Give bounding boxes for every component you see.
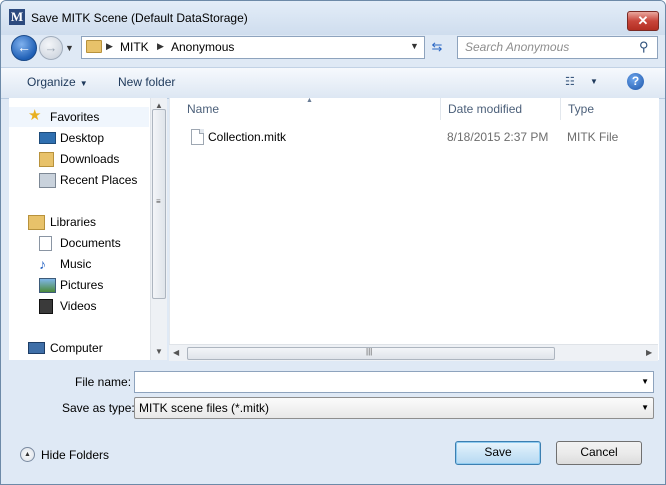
breadcrumb-separator-icon[interactable]: ▶ xyxy=(157,41,164,52)
address-bar[interactable]: ▶ MITK ▶ Anonymous ▼ xyxy=(81,36,425,59)
music-icon: ♪ xyxy=(39,256,46,272)
sidebar-item-label: Desktop xyxy=(60,131,105,145)
scroll-left-icon[interactable]: ◀ xyxy=(173,348,179,357)
computer-icon xyxy=(28,342,45,354)
breadcrumb-mitk[interactable]: MITK xyxy=(120,40,149,54)
sidebar-item-label: Libraries xyxy=(50,215,97,229)
chevron-up-icon[interactable]: ▲ xyxy=(20,447,35,462)
file-name-field[interactable]: ▼ xyxy=(134,371,654,393)
file-list: ▲ Name Date modified Type Collection.mit… xyxy=(169,97,659,360)
navigation-bar: ← → ▼ ▶ MITK ▶ Anonymous ▼ ⇆ Search Anon… xyxy=(1,35,665,61)
chevron-down-icon: ▼ xyxy=(641,403,649,412)
sidebar-item-label: Pictures xyxy=(60,278,104,292)
save-as-type-value: MITK scene files (*.mitk) xyxy=(139,401,270,415)
sidebar-item-label: Downloads xyxy=(60,152,120,166)
help-icon[interactable]: ? xyxy=(627,73,644,90)
file-date: 8/18/2015 2:37 PM xyxy=(447,130,549,144)
title-bar: M Save MITK Scene (Default DataStorage) … xyxy=(1,1,665,35)
libraries-icon xyxy=(28,215,45,230)
column-header-type[interactable]: Type xyxy=(561,98,659,120)
sidebar-item-videos[interactable]: Videos xyxy=(9,296,149,316)
recent-pages-dropdown[interactable]: ▼ xyxy=(65,43,74,53)
sidebar-item-pictures[interactable]: Pictures xyxy=(9,275,149,295)
scroll-right-icon[interactable]: ▶ xyxy=(646,348,652,357)
file-list-horizontal-scrollbar[interactable]: ◀ ||| ▶ xyxy=(169,344,658,361)
new-folder-button[interactable]: New folder xyxy=(118,75,175,89)
view-details-icon[interactable]: ☷ xyxy=(565,76,579,88)
sidebar-item-label: Recent Places xyxy=(60,173,138,187)
scroll-down-icon[interactable]: ▼ xyxy=(155,347,163,356)
column-header-name[interactable]: Name xyxy=(170,98,441,120)
organize-menu[interactable]: Organize ▼ xyxy=(27,75,88,89)
sidebar-item-downloads[interactable]: Downloads xyxy=(9,149,149,169)
chevron-down-icon: ▼ xyxy=(79,79,88,88)
sidebar-item-label: Favorites xyxy=(50,110,100,124)
column-name-label: Name xyxy=(187,102,220,116)
search-box[interactable]: Search Anonymous ⚲ xyxy=(457,36,658,59)
navigation-pane: ★ Favorites Desktop Downloads Recent Pla… xyxy=(9,98,166,360)
chevron-down-icon[interactable]: ▼ xyxy=(641,377,649,386)
column-type-label: Type xyxy=(568,102,595,116)
back-button[interactable]: ← xyxy=(11,35,37,61)
arrow-left-icon: ← xyxy=(17,39,31,55)
save-form: File name: ▼ Save as type: MITK scene fi… xyxy=(1,363,665,484)
breadcrumb-anonymous[interactable]: Anonymous xyxy=(171,40,234,54)
refresh-icon: ⇆ xyxy=(431,39,443,54)
arrow-right-icon: → xyxy=(44,40,58,55)
file-icon xyxy=(191,129,204,145)
grip-icon: ||| xyxy=(366,347,373,356)
pictures-icon xyxy=(39,278,56,293)
sidebar-item-recent-places[interactable]: Recent Places xyxy=(9,170,149,190)
save-as-type-label: Save as type: xyxy=(62,401,135,415)
forward-button[interactable]: → xyxy=(39,36,63,60)
command-toolbar: Organize ▼ New folder ☷ ▼ ? xyxy=(1,67,665,99)
save-button[interactable]: Save xyxy=(455,441,541,465)
window-title: Save MITK Scene (Default DataStorage) xyxy=(31,11,248,25)
documents-icon xyxy=(39,236,52,251)
navigation-scrollbar-thumb[interactable]: ≡ xyxy=(152,109,166,299)
sidebar-item-label: Documents xyxy=(60,236,121,250)
app-icon: M xyxy=(9,9,25,25)
sidebar-item-label: Music xyxy=(60,257,92,271)
sidebar-item-desktop[interactable]: Desktop xyxy=(9,128,149,148)
file-name: Collection.mitk xyxy=(208,130,287,144)
hide-folders-button[interactable]: Hide Folders xyxy=(41,448,109,462)
column-header-date-modified[interactable]: Date modified xyxy=(441,98,561,120)
search-input[interactable]: Search Anonymous xyxy=(465,40,569,54)
sidebar-item-computer[interactable]: Computer xyxy=(9,338,149,358)
sidebar-item-music[interactable]: ♪ Music xyxy=(9,254,149,274)
star-icon: ★ xyxy=(28,107,42,124)
desktop-icon xyxy=(39,132,56,144)
save-as-type-select[interactable]: MITK scene files (*.mitk) ▼ xyxy=(134,397,654,419)
breadcrumb-separator-icon[interactable]: ▶ xyxy=(106,41,113,52)
file-row[interactable]: Collection.mitk 8/18/2015 2:37 PM MITK F… xyxy=(170,127,659,149)
address-dropdown-icon[interactable]: ▼ xyxy=(410,41,419,51)
downloads-folder-icon xyxy=(39,152,54,167)
grip-icon: ≡ xyxy=(156,197,161,206)
sidebar-item-documents[interactable]: Documents xyxy=(9,233,149,253)
column-date-label: Date modified xyxy=(448,102,523,116)
save-dialog: M Save MITK Scene (Default DataStorage) … xyxy=(0,0,666,485)
file-type: MITK File xyxy=(567,130,619,144)
videos-icon xyxy=(39,299,53,314)
sidebar-item-label: Videos xyxy=(60,299,97,313)
folder-icon xyxy=(86,40,102,53)
recent-places-icon xyxy=(39,173,56,188)
sidebar-item-label: Computer xyxy=(50,341,103,355)
refresh-button[interactable]: ⇆ xyxy=(427,37,447,57)
sidebar-item-favorites[interactable]: ★ Favorites xyxy=(9,107,149,127)
organize-label: Organize xyxy=(27,75,76,89)
view-options-dropdown[interactable]: ▼ xyxy=(590,77,598,86)
sidebar-item-libraries[interactable]: Libraries xyxy=(9,212,149,232)
cancel-button[interactable]: Cancel xyxy=(556,441,642,465)
close-button[interactable]: ✕ xyxy=(627,11,659,31)
file-name-label: File name: xyxy=(75,375,132,389)
horizontal-scrollbar-thumb[interactable]: ||| xyxy=(187,347,555,360)
search-icon[interactable]: ⚲ xyxy=(639,39,649,55)
